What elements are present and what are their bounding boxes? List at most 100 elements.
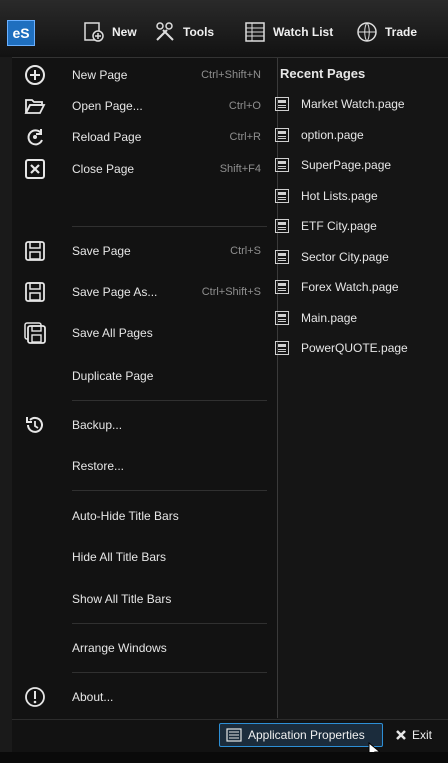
menu-item-label: Open Page... xyxy=(72,99,143,113)
plus-circle-icon xyxy=(25,65,45,85)
menu-item-save-page-as[interactable]: Save Page As... Ctrl+Shift+S xyxy=(12,277,277,307)
recent-page-label: Main.page xyxy=(301,311,358,325)
menu-separator xyxy=(72,226,267,227)
menu-separator xyxy=(72,623,267,624)
menu-separator xyxy=(72,400,267,401)
toolbar-new-button[interactable]: New xyxy=(82,18,137,46)
toolbar-trade-label: Trade xyxy=(385,25,418,39)
recent-page-item[interactable]: SuperPage.page xyxy=(275,155,435,175)
menu-item-new-page[interactable]: New Page Ctrl+Shift+N xyxy=(12,60,277,90)
menu-item-label: Arrange Windows xyxy=(72,641,167,655)
recent-page-label: Sector City.page xyxy=(301,250,389,264)
page-icon xyxy=(275,280,289,294)
recent-page-label: ETF City.page xyxy=(301,219,377,233)
menu-item-about[interactable]: About... xyxy=(12,682,277,712)
save-as-icon xyxy=(25,282,45,302)
menu-item-save-all-pages[interactable]: Save All Pages xyxy=(12,318,277,348)
recent-page-item[interactable]: option.page xyxy=(275,125,435,145)
tools-icon xyxy=(156,22,174,41)
menu-item-label: Show All Title Bars xyxy=(72,592,172,606)
watchlist-icon xyxy=(245,22,265,42)
page-icon xyxy=(275,158,289,172)
window-bottom-edge xyxy=(0,752,448,763)
menu-item-arrange-windows[interactable]: Arrange Windows xyxy=(12,633,277,663)
menu-item-label: Duplicate Page xyxy=(72,369,154,383)
menu-separator xyxy=(72,672,267,673)
recent-page-item[interactable]: Hot Lists.page xyxy=(275,186,435,206)
menu-item-shortcut: Ctrl+Shift+S xyxy=(201,286,261,298)
recent-page-item[interactable]: Forex Watch.page xyxy=(275,277,435,297)
save-all-icon xyxy=(24,322,46,344)
recent-page-label: option.page xyxy=(301,128,364,142)
toolbar-new-label: New xyxy=(112,25,137,39)
menu-item-restore[interactable]: Restore... xyxy=(12,451,277,481)
trade-globe-icon xyxy=(357,22,377,42)
toolbar-tools-label: Tools xyxy=(183,25,215,39)
main-toolbar: eS New Tools Watch List Trade xyxy=(0,0,448,58)
application-properties-label: Application Properties xyxy=(248,728,365,742)
recent-page-item[interactable]: Main.page xyxy=(275,308,435,328)
exit-icon xyxy=(396,730,406,740)
page-icon xyxy=(275,250,289,264)
reload-icon xyxy=(27,129,43,146)
toolbar-watchlist-button[interactable]: Watch List xyxy=(243,18,333,46)
es-logo-button[interactable]: eS xyxy=(7,20,35,46)
close-square-icon xyxy=(25,159,45,179)
menu-item-hide-all-title-bars[interactable]: Hide All Title Bars xyxy=(12,542,277,572)
toolbar-watchlist-label: Watch List xyxy=(273,25,334,39)
menu-item-label: Reload Page xyxy=(72,130,142,144)
menu-item-label: Backup... xyxy=(72,418,123,432)
menu-item-shortcut: Shift+F4 xyxy=(219,163,261,175)
toolbar-tools-button[interactable]: Tools xyxy=(153,18,214,46)
page-icon xyxy=(275,128,289,142)
menu-item-close-page[interactable]: Close Page Shift+F4 xyxy=(12,154,277,184)
recent-page-label: PowerQUOTE.page xyxy=(301,341,408,355)
exit-label: Exit xyxy=(412,728,433,742)
menu-separator xyxy=(72,490,267,491)
menu-item-auto-hide-title-bars[interactable]: Auto-Hide Title Bars xyxy=(12,501,277,531)
recent-page-label: Market Watch.page xyxy=(301,97,405,111)
backup-icon xyxy=(26,416,43,433)
menu-item-save-page[interactable]: Save Page Ctrl+S xyxy=(12,236,277,266)
menu-item-label: Hide All Title Bars xyxy=(72,550,167,564)
menu-item-label: Save Page xyxy=(72,244,131,258)
menu-commands-column: New Page Ctrl+Shift+N Open Page... Ctrl+… xyxy=(12,58,277,738)
menu-item-label: About... xyxy=(72,690,114,704)
recent-page-item[interactable]: Sector City.page xyxy=(275,247,435,267)
menu-item-label: Restore... xyxy=(72,459,125,473)
folder-open-icon xyxy=(24,99,46,114)
recent-page-item[interactable]: ETF City.page xyxy=(275,216,435,236)
new-page-icon xyxy=(84,22,104,42)
application-properties-button[interactable]: Application Properties xyxy=(219,723,383,747)
toolbar-trade-button[interactable]: Trade xyxy=(355,18,417,46)
menu-item-label: Auto-Hide Title Bars xyxy=(72,509,179,523)
page-icon xyxy=(275,97,289,111)
info-icon xyxy=(25,687,45,707)
recent-page-label: Forex Watch.page xyxy=(301,280,399,294)
menu-item-shortcut: Ctrl+R xyxy=(229,131,261,143)
page-icon xyxy=(275,311,289,325)
background-window-edge xyxy=(0,57,12,763)
menu-item-reload-page[interactable]: Reload Page Ctrl+R xyxy=(12,122,277,152)
menu-item-label: Save All Pages xyxy=(72,326,153,340)
menu-item-show-all-title-bars[interactable]: Show All Title Bars xyxy=(12,584,277,614)
menu-item-shortcut: Ctrl+O xyxy=(228,100,261,112)
recent-pages-title: Recent Pages xyxy=(280,66,366,81)
menu-item-label: Close Page xyxy=(72,162,135,176)
recent-page-label: SuperPage.page xyxy=(301,158,392,172)
menu-item-label: Save Page As... xyxy=(72,285,158,299)
exit-button[interactable]: Exit xyxy=(394,723,432,747)
recent-page-item[interactable]: Market Watch.page xyxy=(275,94,435,114)
menu-item-backup[interactable]: Backup... xyxy=(12,410,277,440)
page-icon xyxy=(275,341,289,355)
page-icon xyxy=(275,219,289,233)
menu-item-open-page[interactable]: Open Page... Ctrl+O xyxy=(12,91,277,121)
properties-icon xyxy=(226,728,242,742)
page-icon xyxy=(275,189,289,203)
save-icon xyxy=(25,241,45,261)
recent-page-item[interactable]: PowerQUOTE.page xyxy=(275,338,435,358)
menu-item-shortcut: Ctrl+Shift+N xyxy=(201,69,261,81)
recent-page-label: Hot Lists.page xyxy=(301,189,378,203)
menu-item-duplicate-page[interactable]: Duplicate Page xyxy=(12,361,277,391)
menu-item-label: New Page xyxy=(72,68,128,82)
